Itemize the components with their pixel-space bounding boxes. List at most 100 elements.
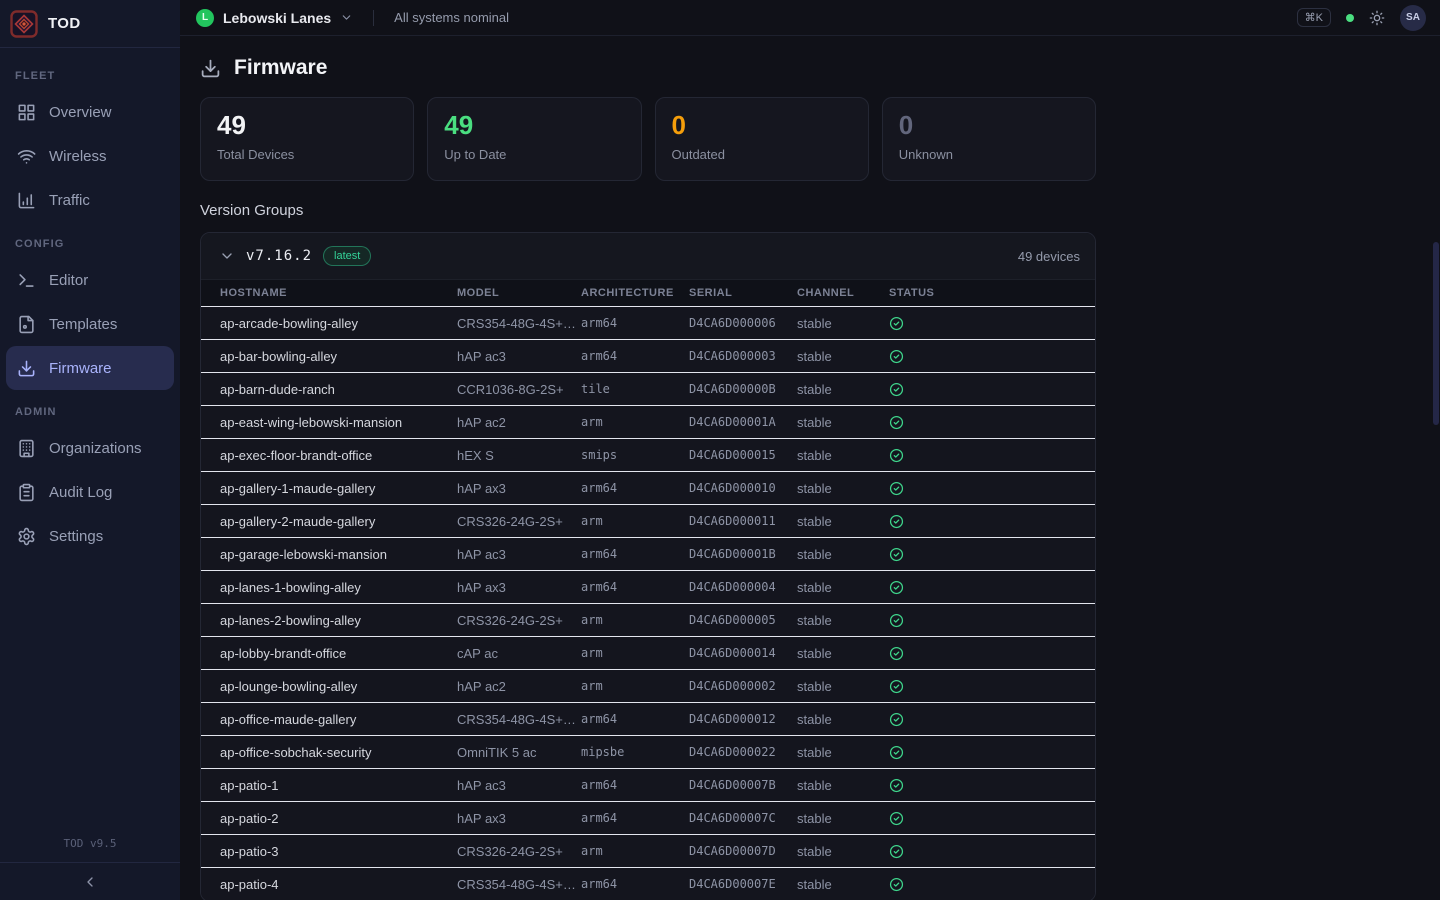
cell-channel: stable [797, 307, 889, 340]
sidebar: TOD FLEETOverviewWireless Traffic CONFIGEd… [0, 0, 180, 900]
sidebar-item-organizations[interactable]: Organizations [6, 426, 174, 470]
table-row[interactable]: ap-lounge-bowling-alleyhAP ac2armD4CA6D0… [201, 670, 1095, 703]
stat-card-unknown: 0Unknown [882, 97, 1096, 181]
org-avatar: L [196, 9, 214, 27]
cell-serial: D4CA6D000006 [689, 307, 797, 340]
cell-model: hEX S [457, 439, 581, 472]
cell-status [889, 703, 1095, 736]
table-row[interactable]: ap-garage-lebowski-mansionhAP ac3arm64D4… [201, 538, 1095, 571]
cell-model: hAP ac3 [457, 769, 581, 802]
app-logo[interactable]: TOD [0, 0, 180, 48]
sidebar-item-firmware[interactable]: Firmware [6, 346, 174, 390]
version-group-card: v7.16.2 latest 49 devices HOSTNAMEMODELA… [200, 232, 1096, 900]
cell-model: CRS354-48G-4S+… [457, 703, 581, 736]
table-row[interactable]: ap-patio-1hAP ac3arm64D4CA6D00007Bstable [201, 769, 1095, 802]
cell-status [889, 769, 1095, 802]
sidebar-item-label: Settings [49, 528, 103, 545]
table-row[interactable]: ap-lanes-2-bowling-alleyCRS326-24G-2S+ar… [201, 604, 1095, 637]
wifi-icon [17, 147, 36, 166]
nav-section-label: FLEET [0, 54, 180, 90]
cell-channel: stable [797, 769, 889, 802]
table-row[interactable]: ap-lanes-1-bowling-alleyhAP ax3arm64D4CA… [201, 571, 1095, 604]
page-title: Firmware [234, 56, 327, 80]
table-row[interactable]: ap-lobby-brandt-officecAP acarmD4CA6D000… [201, 637, 1095, 670]
table-row[interactable]: ap-gallery-2-maude-galleryCRS326-24G-2S+… [201, 505, 1095, 538]
cell-hostname: ap-lanes-1-bowling-alley [201, 571, 457, 604]
cell-hostname: ap-patio-4 [201, 868, 457, 900]
sidebar-item-editor[interactable]: Editor [6, 258, 174, 302]
sun-icon [1369, 10, 1385, 26]
cell-serial: D4CA6D000004 [689, 571, 797, 604]
cell-channel: stable [797, 571, 889, 604]
circle-check-icon [889, 712, 1095, 727]
table-row[interactable]: ap-office-maude-galleryCRS354-48G-4S+…ar… [201, 703, 1095, 736]
latest-badge: latest [323, 246, 371, 266]
cell-architecture: tile [581, 373, 689, 406]
sidebar-footer: TOD v9.5 [0, 829, 180, 900]
scrollbar-thumb[interactable] [1433, 242, 1439, 425]
table-row[interactable]: ap-office-sobchak-securityOmniTIK 5 acmi… [201, 736, 1095, 769]
gear-icon [17, 527, 36, 546]
cell-hostname: ap-bar-bowling-alley [201, 340, 457, 373]
org-switcher[interactable]: L Lebowski Lanes [196, 9, 353, 27]
sidebar-item-label: Audit Log [49, 484, 112, 501]
cell-architecture: arm64 [581, 769, 689, 802]
circle-check-icon [889, 382, 1095, 397]
cell-model: hAP ac3 [457, 538, 581, 571]
table-row[interactable]: ap-patio-2hAP ax3arm64D4CA6D00007Cstable [201, 802, 1095, 835]
sidebar-item-wireless[interactable]: Wireless [6, 134, 174, 178]
version-label: v7.16.2 [246, 248, 312, 264]
cell-status [889, 736, 1095, 769]
table-row[interactable]: ap-exec-floor-brandt-officehEX SsmipsD4C… [201, 439, 1095, 472]
cell-serial: D4CA6D00001B [689, 538, 797, 571]
cell-hostname: ap-lounge-bowling-alley [201, 670, 457, 703]
cell-model: CRS326-24G-2S+ [457, 604, 581, 637]
table-row[interactable]: ap-barn-dude-ranchCCR1036-8G-2S+tileD4CA… [201, 373, 1095, 406]
stat-card-total-devices: 49Total Devices [200, 97, 414, 181]
org-name: Lebowski Lanes [223, 10, 331, 26]
cell-status [889, 439, 1095, 472]
cell-status [889, 340, 1095, 373]
sidebar-item-label: Templates [49, 316, 117, 333]
theme-toggle-button[interactable] [1369, 10, 1385, 26]
table-row[interactable]: ap-gallery-1-maude-galleryhAP ax3arm64D4… [201, 472, 1095, 505]
nav-section-label: CONFIG [0, 222, 180, 258]
cell-hostname: ap-office-sobchak-security [201, 736, 457, 769]
version-group-header[interactable]: v7.16.2 latest 49 devices [201, 233, 1095, 279]
cell-architecture: arm [581, 505, 689, 538]
sidebar-item-audit-log[interactable]: Audit Log [6, 470, 174, 514]
sidebar-item-label: Traffic [49, 192, 90, 209]
user-avatar[interactable]: SA [1400, 5, 1426, 31]
cell-channel: stable [797, 505, 889, 538]
table-row[interactable]: ap-bar-bowling-alleyhAP ac3arm64D4CA6D00… [201, 340, 1095, 373]
table-row[interactable]: ap-patio-4CRS354-48G-4S+…arm64D4CA6D0000… [201, 868, 1095, 900]
cell-architecture: arm [581, 406, 689, 439]
circle-check-icon [889, 415, 1095, 430]
command-palette-shortcut[interactable]: ⌘K [1297, 8, 1331, 27]
circle-check-icon [889, 448, 1095, 463]
cell-serial: D4CA6D000005 [689, 604, 797, 637]
stat-value: 49 [217, 111, 397, 141]
cell-channel: stable [797, 340, 889, 373]
table-row[interactable]: ap-east-wing-lebowski-mansionhAP ac2armD… [201, 406, 1095, 439]
table-row[interactable]: ap-patio-3CRS326-24G-2S+armD4CA6D00007Ds… [201, 835, 1095, 868]
sidebar-collapse-button[interactable] [0, 862, 180, 900]
sidebar-item-settings[interactable]: Settings [6, 514, 174, 558]
circle-check-icon [889, 316, 1095, 331]
cell-status [889, 505, 1095, 538]
cell-hostname: ap-barn-dude-ranch [201, 373, 457, 406]
cell-model: CRS326-24G-2S+ [457, 835, 581, 868]
table-row[interactable]: ap-arcade-bowling-alleyCRS354-48G-4S+…ar… [201, 307, 1095, 340]
cell-model: hAP ax3 [457, 571, 581, 604]
cell-hostname: ap-garage-lebowski-mansion [201, 538, 457, 571]
cell-architecture: arm64 [581, 307, 689, 340]
sidebar-item-templates[interactable]: Templates [6, 302, 174, 346]
cell-architecture: arm64 [581, 340, 689, 373]
cell-status [889, 802, 1095, 835]
cell-status [889, 307, 1095, 340]
sidebar-item-overview[interactable]: Overview [6, 90, 174, 134]
cell-model: CRS354-48G-4S+… [457, 868, 581, 900]
sidebar-item-traffic[interactable]: Traffic [6, 178, 174, 222]
chevron-left-icon [82, 874, 98, 890]
column-header-status: STATUS [889, 280, 1095, 307]
